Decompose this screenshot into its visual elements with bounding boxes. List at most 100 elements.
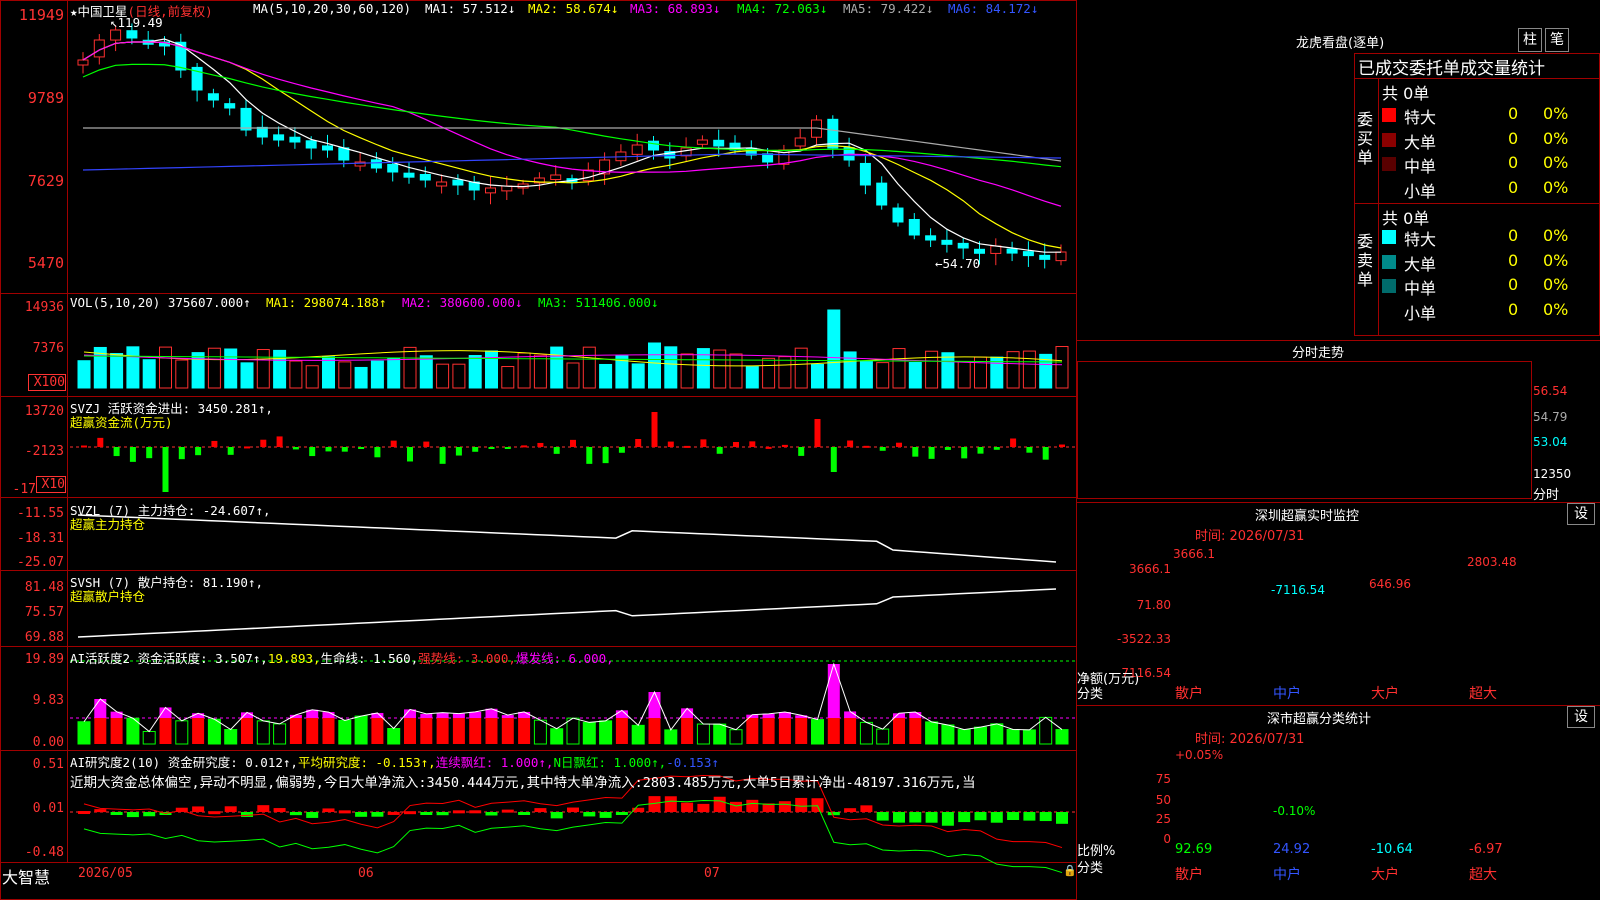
ai1-bar-red	[827, 718, 840, 744]
sz-category: 超大	[1469, 686, 1497, 702]
ai2-bar	[876, 812, 889, 821]
volume-bar	[1055, 346, 1069, 389]
buy-percent: 0%	[1543, 128, 1569, 148]
ai1-bar-red	[404, 718, 416, 744]
sell-label: 特大	[1404, 230, 1437, 249]
svzj-bar	[129, 447, 136, 462]
volume-bar	[599, 363, 613, 389]
ma4-value: MA4: 72.063↓	[737, 1, 828, 16]
bar-mode-button[interactable]: 柱	[1518, 28, 1542, 52]
candle-body	[762, 153, 774, 163]
svzj-bar	[244, 446, 250, 449]
ai2-bar	[778, 801, 791, 812]
buy-swatch	[1382, 182, 1396, 196]
svzj-bar	[341, 447, 348, 452]
tick-mode-button[interactable]: 笔	[1545, 28, 1569, 52]
ai2-bar	[192, 806, 205, 812]
date-label-jun: 06	[358, 866, 374, 881]
svzj-bar	[455, 447, 462, 456]
ai2-bar	[436, 812, 449, 816]
vol-unit: X100	[28, 374, 66, 391]
volume-bar	[762, 357, 776, 389]
ai2-bar	[599, 812, 612, 818]
buy-label: 中单	[1404, 157, 1437, 176]
volume-bar	[77, 360, 91, 389]
ai2-bar	[567, 807, 579, 812]
ai2-bar	[469, 810, 482, 814]
volume-bar	[843, 351, 857, 389]
ai2-bar	[371, 812, 384, 817]
volume-bar	[354, 366, 368, 389]
price-axis-max: 11949	[18, 6, 64, 24]
ai2-bar	[713, 796, 726, 812]
volume-bar	[240, 362, 254, 389]
sh-settings-button[interactable]: 设	[1567, 706, 1595, 728]
ai1-label: AI活跃度2 资金活跃度: 3.507↑,19.893,生命线: 1.560,强…	[70, 651, 614, 666]
buy-value: 0	[1508, 153, 1519, 172]
volume-bar	[289, 360, 303, 389]
candle-body	[990, 245, 1002, 254]
candle-body	[240, 107, 252, 131]
ai2-bar	[404, 811, 416, 815]
volume-bar	[892, 348, 906, 389]
sz-bar-label: 2803.48	[1467, 555, 1517, 570]
sell-swatch	[1382, 279, 1396, 293]
ai2-bar	[925, 812, 938, 823]
min-price-note: ←54.70	[935, 256, 981, 271]
ai1-bar-red	[648, 718, 661, 744]
fenshi-axis-1: 56.54	[1533, 384, 1568, 398]
ai2-axis-3: -0.48	[24, 845, 64, 860]
lock-icon[interactable]: 🔒	[1063, 864, 1077, 877]
svzj-bar	[570, 439, 576, 447]
ai2-bar	[990, 812, 1003, 823]
volume-bar	[159, 346, 172, 389]
buy-value: 0	[1508, 128, 1519, 148]
candle-body	[582, 169, 594, 182]
candle-body	[908, 218, 920, 236]
ai2-bar	[697, 803, 710, 812]
volume-bar	[566, 362, 580, 389]
candle-body	[925, 235, 937, 241]
sz-settings-button[interactable]: 设	[1567, 503, 1595, 525]
sell-percent: 0%	[1543, 299, 1569, 319]
svzj-unit: X10	[36, 476, 66, 493]
ai2-bar	[1039, 812, 1052, 822]
sz-time: 时间: 2026/07/31	[1195, 529, 1305, 544]
ai1-bar-red	[778, 718, 791, 744]
candle-body	[403, 172, 415, 178]
volume-bar	[941, 352, 955, 389]
ai2-bar	[289, 812, 302, 816]
ma2-value: MA2: 58.674↓	[528, 1, 619, 16]
volume-bar	[582, 346, 596, 389]
fenshi-unit: 分时	[1533, 488, 1560, 503]
sell-swatch	[1382, 304, 1396, 318]
ai1-bar-red	[681, 718, 694, 744]
volume-bar	[827, 309, 841, 389]
ai2-bar	[110, 812, 123, 815]
candle-body	[957, 242, 969, 249]
volume-bar	[631, 363, 645, 389]
ai1-axis-3: 0.00	[32, 735, 64, 750]
ai2-axis-1: 0.51	[32, 757, 64, 772]
ai2-bar	[126, 812, 139, 818]
sz-axis-1: 3666.1	[1129, 562, 1171, 576]
vol-axis-1: 14936	[24, 300, 64, 315]
ai2-bar	[664, 796, 677, 812]
sh-axis-1: 75	[1155, 772, 1171, 786]
sz-xlabel: 分类	[1077, 687, 1104, 702]
svzj-bar	[684, 445, 691, 448]
svzj-bar	[374, 447, 381, 458]
ai1-bar-red	[762, 718, 775, 744]
volume-bar	[859, 360, 873, 389]
lhkp-title: 龙虎看盘(逐单)	[1296, 36, 1385, 51]
ai2-bar	[893, 812, 905, 823]
brand-logo: 大智慧	[2, 868, 51, 887]
sell-value: 0	[1508, 275, 1519, 294]
svzj-bar	[537, 442, 544, 447]
volume-bar	[1006, 351, 1020, 389]
buy-percent: 0%	[1543, 153, 1569, 172]
sz-bar-label: 646.96	[1369, 576, 1411, 591]
fenshi-title: 分时走势	[1292, 346, 1345, 361]
volume-bar	[436, 363, 450, 389]
ai1-bar-red	[436, 718, 449, 744]
